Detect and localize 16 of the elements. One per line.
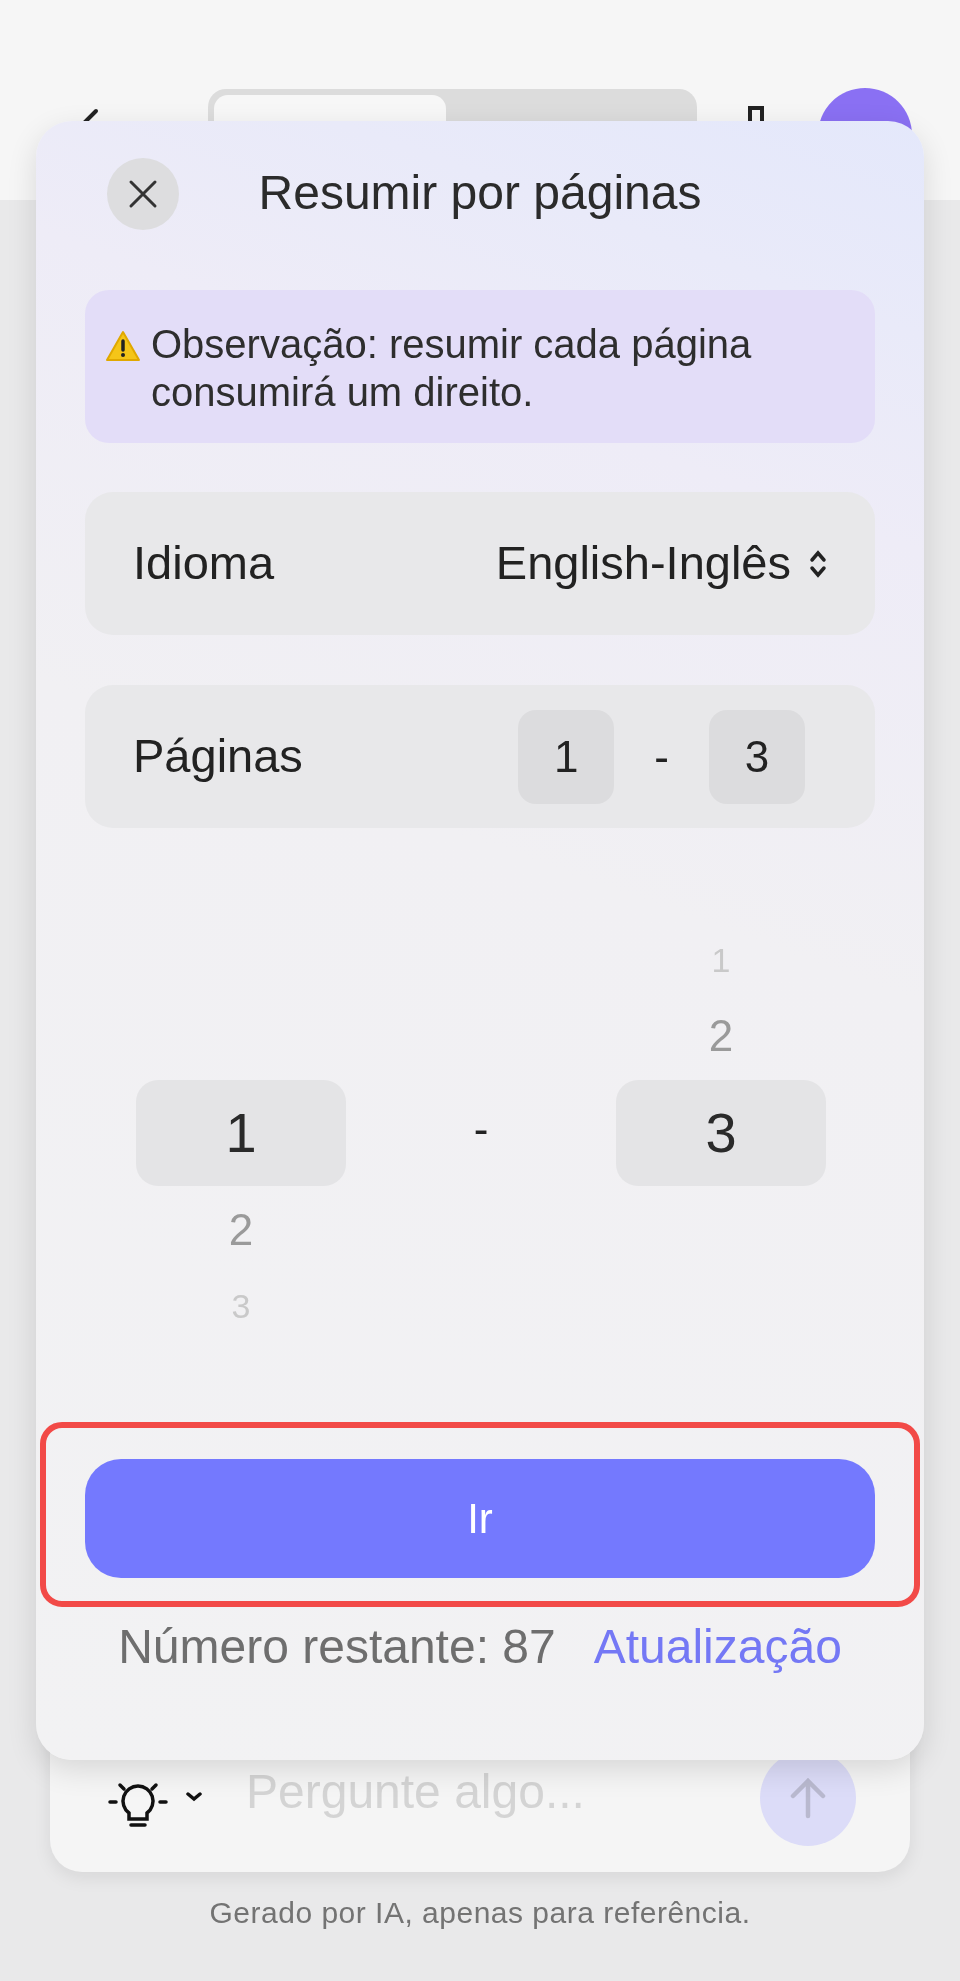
disclaimer-text: Gerado por IA, apenas para referência. xyxy=(209,1895,751,1931)
notice-text: Observação: resumir cada página consumirá um direito. xyxy=(151,321,753,416)
picker-option[interactable]: 2 xyxy=(228,1208,254,1252)
picker-option[interactable]: 3 xyxy=(705,1105,737,1161)
dialog-title: Resumir por páginas xyxy=(258,165,702,221)
upgrade-link[interactable]: Atualização xyxy=(593,1611,842,1683)
picker-option[interactable]: 1 xyxy=(225,1105,257,1161)
page-from-field[interactable]: 1 xyxy=(518,709,615,804)
range-separator: - xyxy=(654,730,669,783)
page-to-field[interactable]: 3 xyxy=(709,709,805,804)
picker-option[interactable]: 2 xyxy=(708,1014,734,1058)
language-selector[interactable]: Idioma English-Inglês xyxy=(85,492,875,635)
go-button[interactable]: Ir xyxy=(85,1459,875,1578)
range-separator: - xyxy=(473,1103,489,1155)
pages-label: Páginas xyxy=(133,728,303,785)
remaining-count: Número restante: 87 xyxy=(118,1619,556,1675)
